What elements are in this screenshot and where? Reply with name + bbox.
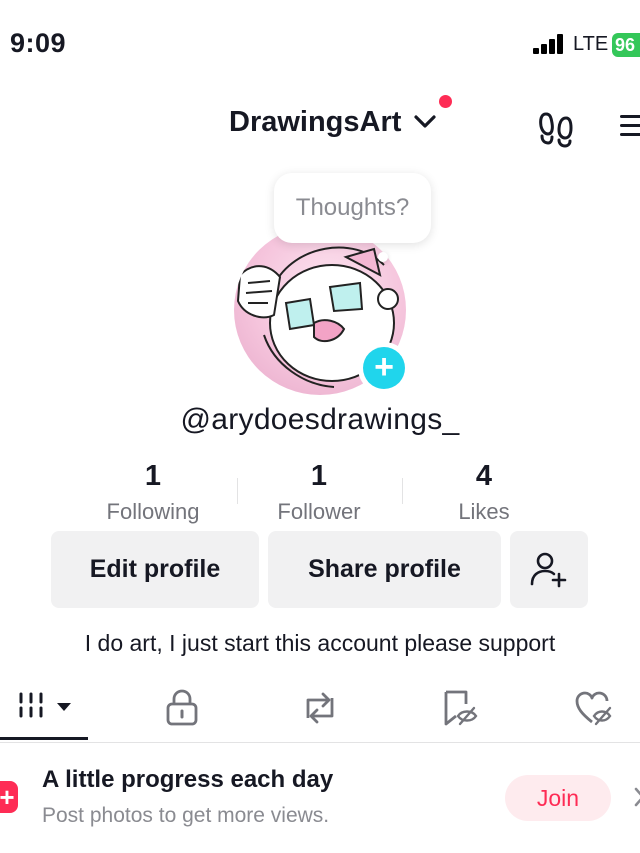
stat-label: Following [106,499,200,524]
add-story-button[interactable]: + [358,342,410,394]
stat-label: Follower [277,499,361,524]
tab-saved[interactable] [440,688,480,728]
profile-screen: 9:09 LTE 96 DrawingsArt Thoughts? + @ary… [0,0,640,853]
stat-divider [402,478,403,504]
stat-follower[interactable]: 1 Follower [249,458,389,527]
edit-profile-button[interactable]: Edit profile [51,531,259,608]
stat-value: 4 [475,460,493,492]
plus-icon: + [363,347,405,389]
thought-bubble[interactable]: Thoughts? [274,173,431,243]
footprint-icon[interactable] [537,108,577,148]
repost-icon [306,692,334,724]
chevron-down-icon[interactable] [412,112,438,132]
battery-indicator: 96 [612,33,640,57]
promo-plus-icon: + [0,781,18,813]
username: @arydoesdrawings_ [180,403,460,436]
cellular-signal-icon [533,34,567,54]
tab-videos[interactable] [18,688,78,728]
menu-icon[interactable] [616,112,640,140]
chevron-right-icon[interactable] [633,786,640,808]
add-user-icon [530,552,567,588]
stat-likes[interactable]: 4 Likes [414,458,554,527]
stat-label: Likes [458,499,510,524]
tab-private[interactable] [162,688,202,728]
liked-heart-eye-slash-icon [575,691,612,726]
account-name[interactable]: DrawingsArt [229,106,401,139]
stat-following[interactable]: 1 Following [83,458,223,527]
content-tabs [0,680,640,743]
network-type: LTE [573,33,609,55]
tab-reposts[interactable] [300,688,340,728]
clock: 9:09 [10,28,67,58]
grid-videos-icon [19,692,71,718]
bio: I do art, I just start this account plea… [84,630,556,656]
share-profile-button[interactable]: Share profile [268,531,501,608]
stat-value: 1 [144,460,162,492]
tab-liked[interactable] [574,688,614,728]
notification-dot [439,95,452,108]
promo-title: A little progress each day [42,766,334,793]
status-bar: 9:09 LTE 96 [0,0,640,90]
thought-bubble-tail [378,252,388,262]
join-button[interactable]: Join [505,775,611,821]
active-tab-indicator [0,737,88,740]
lock-icon [166,689,198,726]
saved-eye-slash-icon [444,690,478,726]
add-friends-button[interactable] [510,531,588,608]
promo-subtitle: Post photos to get more views. [42,804,330,827]
stat-value: 1 [310,460,328,492]
stat-divider [237,478,238,504]
